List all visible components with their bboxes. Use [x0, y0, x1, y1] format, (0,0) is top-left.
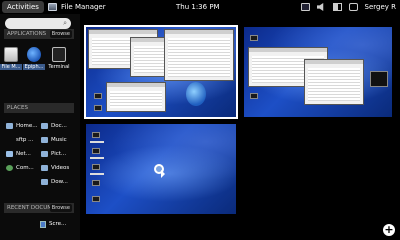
document-icon	[40, 220, 46, 228]
places-header: PLACES	[4, 103, 74, 113]
desktop-icon-label	[90, 141, 104, 143]
place-documents[interactable]: Doc...	[41, 121, 67, 131]
desktop-icon[interactable]	[92, 164, 100, 170]
search-input[interactable]: ⌕	[5, 18, 71, 29]
window-thumbnail[interactable]	[304, 59, 364, 105]
desktop-icon[interactable]	[92, 132, 100, 138]
mouse-pointer-icon	[161, 170, 165, 178]
workspace-1[interactable]	[84, 25, 238, 119]
window-titlebar	[249, 48, 327, 52]
folder-icon	[41, 165, 48, 171]
recent-item[interactable]: Scre...	[40, 219, 66, 229]
applications-browse-button[interactable]: Browse	[49, 30, 72, 38]
clock[interactable]: Thu 1:36 PM	[176, 0, 220, 14]
place-downloads[interactable]: Dow...	[41, 177, 68, 187]
desktop-icon[interactable]	[92, 148, 100, 154]
activities-button[interactable]: Activities	[2, 1, 44, 13]
folder-icon	[41, 123, 48, 129]
place-label: Music	[51, 137, 67, 143]
window-thumbnail[interactable]	[106, 82, 166, 112]
app-epiphany[interactable]: Epiph...	[23, 45, 45, 73]
applications-header: APPLICATIONS Browse	[4, 29, 74, 39]
terminal-icon	[52, 47, 66, 62]
user-menu[interactable]: Sergey R	[365, 0, 397, 14]
place-label: sftp ...	[16, 137, 34, 143]
place-network[interactable]: Net...	[6, 149, 31, 159]
place-label: Home...	[16, 123, 38, 129]
desktop-icon[interactable]	[250, 93, 258, 99]
volume-icon[interactable]	[316, 3, 324, 11]
place-label: Dow...	[51, 179, 68, 185]
app-label: Epiph...	[23, 64, 45, 70]
display-icon[interactable]	[300, 3, 310, 11]
window-content	[110, 91, 162, 108]
computer-icon	[6, 165, 13, 171]
overview-sidebar: ⌕ APPLICATIONS Browse File M... Epiph...…	[0, 14, 80, 240]
window-titlebar	[305, 60, 363, 64]
file-manager-icon	[4, 47, 18, 62]
search-icon: ⌕	[63, 19, 67, 27]
folder-icon	[41, 151, 48, 157]
app-menu-label: File Manager	[61, 3, 106, 11]
folder-icon	[41, 179, 48, 185]
place-sftp[interactable]: sftp ...	[6, 135, 33, 145]
places-header-label: PLACES	[7, 105, 28, 111]
recent-item-label: Scre...	[49, 221, 67, 227]
place-label: Pict...	[51, 151, 67, 157]
app-label: Terminal	[48, 64, 70, 70]
web-browser-icon	[186, 82, 206, 106]
app-terminal[interactable]: Terminal	[48, 45, 70, 73]
place-videos[interactable]: Videos	[41, 163, 69, 173]
window-titlebar	[165, 30, 233, 34]
place-pictures[interactable]: Pict...	[41, 149, 66, 159]
place-label: Net...	[16, 151, 31, 157]
chat-icon[interactable]	[348, 3, 358, 11]
desktop-icon[interactable]	[94, 93, 102, 99]
desktop-icon[interactable]	[92, 180, 100, 186]
sftp-icon	[6, 137, 13, 143]
desktop-icon[interactable]	[250, 35, 258, 41]
status-area: Sergey R	[300, 0, 397, 14]
window-content	[308, 68, 360, 101]
battery-icon[interactable]	[332, 3, 342, 11]
place-label: Videos	[51, 165, 70, 171]
window-titlebar	[107, 83, 165, 87]
workspace-3[interactable]	[86, 124, 236, 214]
recent-browse-button[interactable]: Browse	[49, 204, 72, 212]
app-menu[interactable]: File Manager	[48, 0, 106, 14]
desktop-icon-label	[90, 173, 104, 175]
desktop-icon-label	[90, 157, 104, 159]
place-label: Doc...	[51, 123, 67, 129]
home-folder-icon	[6, 123, 13, 129]
place-computer[interactable]: Com...	[6, 163, 34, 173]
app-file-manager[interactable]: File M...	[0, 45, 22, 73]
top-panel: Activities File Manager Thu 1:36 PM Serg…	[0, 0, 400, 14]
place-label: Com...	[16, 165, 34, 171]
folder-icon	[41, 137, 48, 143]
recent-documents-header: RECENT DOCUMENTS Browse	[4, 203, 74, 213]
window-thumbnail[interactable]	[164, 29, 234, 81]
app-label: File M...	[0, 64, 22, 70]
window-titlebar	[89, 30, 157, 34]
app-list: File M... Epiph... Terminal	[0, 45, 80, 75]
network-icon	[6, 151, 13, 157]
applications-header-label: APPLICATIONS	[7, 31, 47, 37]
web-browser-icon	[27, 47, 41, 62]
place-home[interactable]: Home...	[6, 121, 38, 131]
desktop-icon[interactable]	[94, 105, 102, 111]
workspace-2[interactable]	[244, 27, 392, 117]
add-workspace-icon[interactable]: +	[383, 224, 395, 236]
desktop-icon[interactable]	[92, 196, 100, 202]
terminal-icon	[370, 71, 388, 87]
file-manager-icon	[48, 3, 57, 11]
window-content	[168, 38, 230, 77]
place-music[interactable]: Music	[41, 135, 67, 145]
